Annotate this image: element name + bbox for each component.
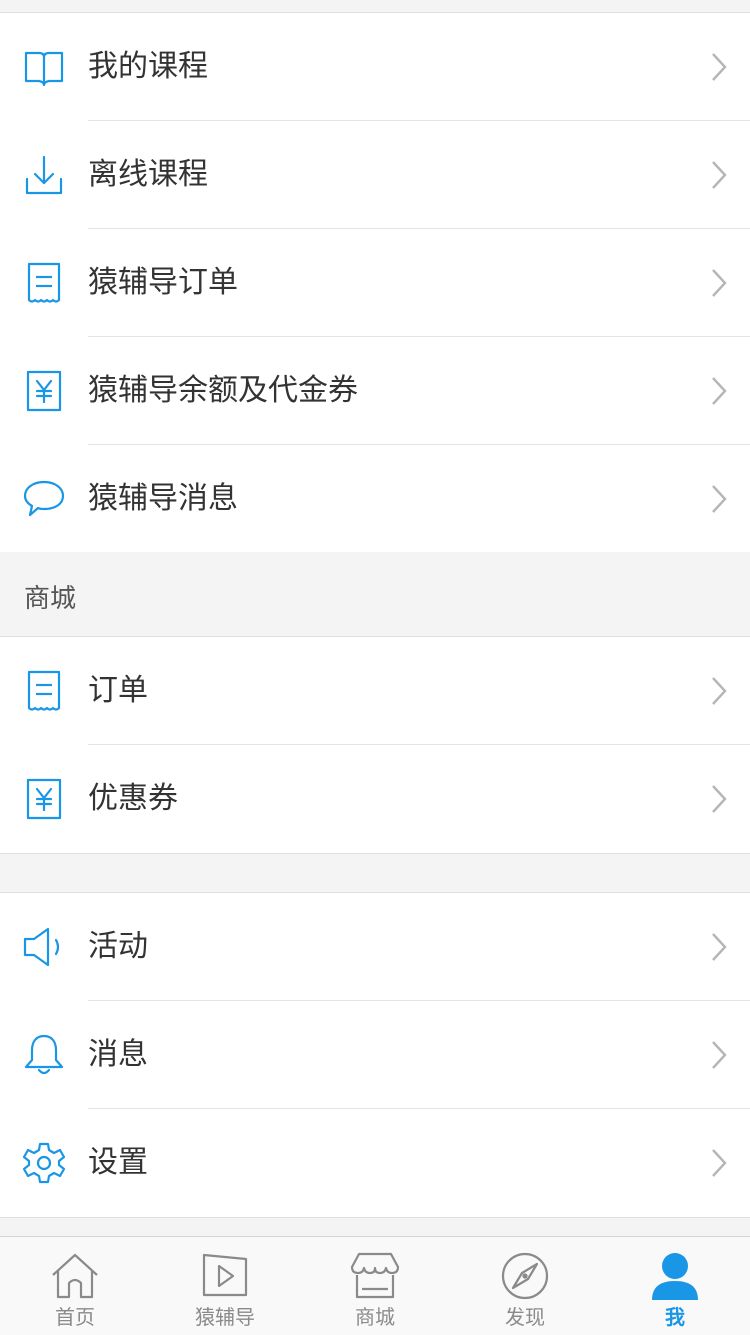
bell-icon [24, 1034, 64, 1075]
person-icon [652, 1253, 698, 1300]
yen-voucher-icon [26, 370, 62, 412]
store-icon [350, 1252, 400, 1299]
tab-yuanfudao[interactable]: 猿辅导 [150, 1237, 300, 1335]
menu-item-label: 猿辅导订单 [88, 265, 238, 300]
status-bar-remnant [0, 0, 750, 12]
home-icon [52, 1253, 98, 1299]
menu-item-activities[interactable]: 活动 [0, 893, 750, 1001]
tab-label: 首页 [55, 1305, 95, 1329]
chevron-right-icon [712, 785, 727, 813]
download-icon [25, 155, 63, 195]
tab-discover[interactable]: 发现 [450, 1237, 600, 1335]
menu-item-yuan-messages[interactable]: 猿辅导消息 [0, 445, 750, 553]
tab-label: 我 [665, 1305, 685, 1329]
play-icon [202, 1253, 248, 1297]
menu-item-orders[interactable]: 订单 [0, 637, 750, 745]
menu-item-messages[interactable]: 消息 [0, 1001, 750, 1109]
chevron-right-icon [712, 485, 727, 513]
menu-item-label: 离线课程 [88, 157, 208, 192]
chevron-right-icon [712, 269, 727, 297]
book-icon [24, 51, 64, 87]
course-menu-group: 我的课程 离线课程 猿辅导订单 猿辅导余额及代金券 猿辅导消息 [0, 12, 750, 554]
tab-home[interactable]: 首页 [0, 1237, 150, 1335]
gear-icon [22, 1142, 66, 1184]
chevron-right-icon [712, 933, 727, 961]
speaker-icon [23, 927, 60, 967]
compass-icon [501, 1252, 549, 1300]
menu-item-label: 订单 [88, 673, 148, 708]
yen-voucher-icon [26, 778, 62, 820]
chevron-right-icon [712, 377, 727, 405]
chevron-right-icon [712, 53, 727, 81]
receipt-icon [27, 670, 61, 711]
menu-item-label: 我的课程 [88, 49, 208, 84]
menu-item-yuan-orders[interactable]: 猿辅导订单 [0, 229, 750, 337]
menu-item-settings[interactable]: 设置 [0, 1109, 750, 1217]
receipt-icon [27, 262, 61, 303]
tab-me[interactable]: 我 [600, 1237, 750, 1335]
chevron-right-icon [712, 1149, 727, 1177]
mall-menu-group: 订单 优惠券 [0, 636, 750, 854]
chat-bubble-icon [23, 480, 65, 517]
menu-item-offline-courses[interactable]: 离线课程 [0, 121, 750, 229]
menu-item-label: 设置 [88, 1145, 148, 1180]
section-title: 商城 [24, 584, 77, 614]
menu-item-label: 猿辅导余额及代金券 [88, 373, 358, 408]
chevron-right-icon [712, 1041, 727, 1069]
mall-section-header: 商城 [0, 552, 750, 636]
menu-item-yuan-balance-vouchers[interactable]: 猿辅导余额及代金券 [0, 337, 750, 445]
menu-item-coupons[interactable]: 优惠券 [0, 745, 750, 853]
menu-item-my-courses[interactable]: 我的课程 [0, 13, 750, 121]
tab-label: 商城 [355, 1305, 395, 1329]
chevron-right-icon [712, 161, 727, 189]
menu-item-label: 猿辅导消息 [88, 481, 238, 516]
tab-label: 猿辅导 [195, 1305, 255, 1329]
menu-item-label: 消息 [88, 1037, 148, 1072]
menu-item-label: 活动 [88, 929, 148, 964]
tab-mall[interactable]: 商城 [300, 1237, 450, 1335]
tab-label: 发现 [505, 1305, 545, 1329]
menu-item-label: 优惠券 [88, 781, 178, 816]
chevron-right-icon [712, 677, 727, 705]
general-menu-group: 活动 消息 设置 [0, 892, 750, 1218]
bottom-tab-bar: 首页 猿辅导 商城 发现 我 [0, 1236, 750, 1335]
